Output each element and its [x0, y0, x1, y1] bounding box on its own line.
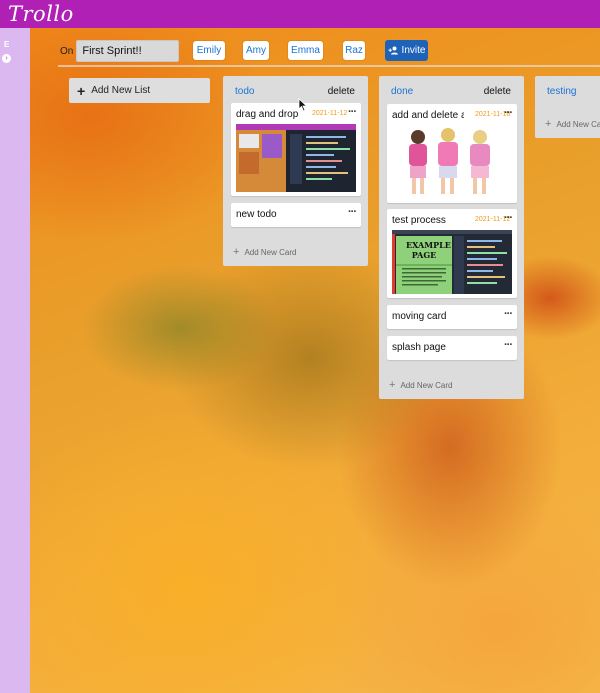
card-splash-page[interactable]: splash page ··· — [387, 336, 517, 360]
card-thumbnail-photo — [392, 125, 512, 197]
card-title: test process — [392, 215, 446, 226]
card-title: drag and drop — [236, 109, 299, 120]
add-card-button[interactable]: + Add New Card — [233, 246, 296, 258]
photo-thumbnail-graphic — [409, 128, 490, 194]
plus-icon: + — [545, 118, 552, 130]
list-todo: todo delete drag and drop 2021-11-12 ··· — [223, 76, 368, 266]
more-icon[interactable]: ··· — [504, 107, 513, 119]
add-card-button[interactable]: + Add New Card — [389, 379, 452, 391]
card-moving-card[interactable]: moving card ··· — [387, 305, 517, 329]
list-title[interactable]: testing — [547, 86, 576, 97]
invite-label: Invite — [401, 45, 426, 56]
card-title: moving card — [392, 311, 447, 322]
card-title: splash page — [392, 342, 446, 353]
member-button-raz[interactable]: Raz — [343, 41, 365, 60]
card-test-process[interactable]: test process 2021-11-12 ··· EXAMPLE PAGE — [387, 209, 517, 298]
more-icon[interactable]: ··· — [504, 308, 513, 320]
add-card-label: Add New Card — [400, 380, 453, 390]
card-add-and-delete[interactable]: add and delete at... 2021-11-18 ··· — [387, 104, 517, 203]
plus-icon: + — [389, 379, 396, 391]
card-date: 2021-11-12 — [312, 110, 348, 117]
on-label: On — [60, 45, 74, 57]
sidebar-letter[interactable]: E — [4, 40, 9, 49]
delete-list-button[interactable]: delete — [328, 86, 355, 97]
add-card-label: Add New Card — [556, 119, 600, 129]
more-icon[interactable]: ··· — [348, 106, 357, 118]
list-testing: testing + Add New Card — [535, 76, 600, 138]
add-person-icon — [388, 46, 398, 55]
card-thumbnail-example-page: EXAMPLE PAGE — [392, 230, 512, 294]
add-list-button[interactable]: + Add New List — [69, 78, 210, 103]
add-card-button[interactable]: + Add New Card — [545, 118, 600, 130]
card-drag-and-drop[interactable]: drag and drop 2021-11-12 ··· — [231, 103, 361, 196]
app-logo[interactable]: Trollo — [8, 2, 74, 26]
more-icon[interactable]: ··· — [504, 339, 513, 351]
plus-icon: + — [77, 82, 86, 99]
invite-button[interactable]: Invite — [385, 40, 428, 61]
example-page-title: EXAMPLE PAGE — [406, 240, 451, 260]
list-done: done delete add and delete at... 2021-11… — [379, 76, 524, 399]
header-divider — [58, 65, 600, 67]
plus-icon: + — [233, 246, 240, 258]
screenshot-thumbnail-graphic — [236, 124, 356, 192]
sidebar: E › — [0, 28, 30, 693]
chevron-right-icon[interactable]: › — [2, 54, 11, 63]
top-bar: Trollo — [0, 0, 600, 28]
card-new-todo[interactable]: new todo ··· — [231, 203, 361, 227]
mouse-cursor-icon — [298, 98, 308, 112]
member-button-emma[interactable]: Emma — [288, 41, 323, 60]
board-title-input[interactable]: First Sprint!! — [76, 40, 180, 62]
board-header: On First Sprint!! — [60, 40, 180, 62]
member-button-amy[interactable]: Amy — [243, 41, 269, 60]
add-list-label: Add New List — [91, 85, 151, 96]
member-button-emily[interactable]: Emily — [193, 41, 225, 60]
add-card-label: Add New Card — [244, 247, 297, 257]
more-icon[interactable]: ··· — [504, 212, 513, 224]
card-title: new todo — [236, 209, 277, 220]
card-title: add and delete at... — [392, 110, 464, 121]
list-title[interactable]: todo — [235, 86, 254, 97]
card-thumbnail-screenshot — [236, 124, 356, 192]
delete-list-button[interactable]: delete — [484, 86, 511, 97]
more-icon[interactable]: ··· — [348, 206, 357, 218]
list-title[interactable]: done — [391, 86, 413, 97]
